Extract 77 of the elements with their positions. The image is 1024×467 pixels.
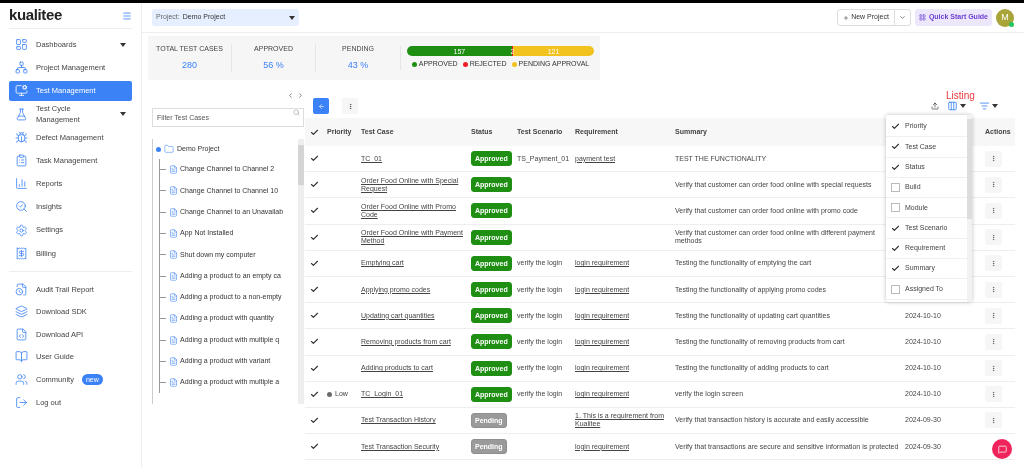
layers-icon	[15, 305, 28, 319]
checkbox[interactable]	[891, 243, 900, 253]
checkbox[interactable]	[891, 162, 900, 172]
more-button[interactable]	[342, 98, 358, 114]
book-icon	[15, 350, 28, 364]
chat-icon	[997, 444, 1007, 454]
plus-icon	[843, 14, 850, 21]
document-icon	[169, 292, 178, 302]
checkbox[interactable]	[310, 206, 319, 216]
previous-icon[interactable]	[287, 92, 294, 99]
checkbox[interactable]	[310, 415, 319, 425]
document-icon	[169, 186, 178, 196]
document-icon	[169, 229, 178, 239]
stat-value: 280	[182, 58, 197, 72]
network-icon	[15, 61, 28, 75]
filter-icon[interactable]	[979, 101, 990, 111]
dashboard-icon	[15, 38, 28, 52]
columns-icon[interactable]	[947, 101, 958, 111]
document-icon	[169, 250, 178, 260]
caret-icon	[992, 104, 998, 108]
checkbox[interactable]	[310, 363, 319, 373]
collapse-icon[interactable]	[122, 10, 132, 21]
checkbox[interactable]	[310, 389, 319, 399]
caret-icon	[289, 15, 295, 20]
checkbox[interactable]	[310, 258, 319, 268]
export-icon[interactable]	[931, 102, 939, 110]
caret-icon	[120, 42, 126, 47]
document-icon	[169, 271, 178, 281]
checkbox[interactable]	[310, 337, 319, 347]
checkbox[interactable]	[310, 285, 319, 295]
checkbox[interactable]	[891, 142, 900, 152]
checkbox[interactable]	[891, 183, 900, 193]
caret-icon	[120, 112, 126, 117]
grid-icon	[918, 14, 926, 21]
document-icon	[169, 378, 178, 388]
settings-icon	[15, 223, 28, 237]
document-icon	[169, 335, 178, 345]
monitor-icon	[15, 84, 28, 98]
checkbox[interactable]	[891, 264, 900, 274]
next-icon[interactable]	[297, 92, 304, 99]
checkbox[interactable]	[891, 203, 900, 213]
scrollbar[interactable]	[967, 115, 972, 302]
search-icon	[293, 109, 300, 116]
document-icon	[169, 314, 178, 324]
chat-button[interactable]	[992, 439, 1012, 459]
arrow-left-icon	[317, 102, 325, 110]
checkbox[interactable]	[310, 180, 319, 190]
back-button[interactable]	[313, 98, 329, 114]
logo: kualitee	[9, 5, 62, 26]
document-icon	[169, 207, 178, 217]
stat-value: 43 %	[347, 58, 369, 72]
document-icon	[169, 165, 178, 175]
checkbox[interactable]	[310, 442, 319, 452]
receipt-icon	[15, 246, 28, 260]
folder-icon	[164, 144, 174, 154]
chevron-icon	[898, 14, 906, 21]
checkbox[interactable]	[310, 232, 319, 242]
checkbox[interactable]	[310, 311, 319, 321]
caret-icon	[960, 104, 966, 108]
code-file-icon	[15, 327, 28, 341]
checkbox[interactable]	[310, 127, 319, 137]
chart-icon	[15, 177, 28, 191]
clipboard-icon	[15, 154, 28, 168]
stat-value: 56 %	[263, 58, 284, 72]
bug-icon	[15, 130, 28, 144]
checkbox[interactable]	[891, 284, 900, 294]
listing-annotation: Listing	[946, 89, 975, 103]
logout-icon	[15, 395, 28, 409]
magnifier-icon	[15, 200, 28, 214]
document-icon	[169, 356, 178, 366]
scrollbar[interactable]	[298, 139, 304, 404]
checkbox[interactable]	[310, 154, 319, 164]
checkbox[interactable]	[891, 122, 900, 132]
checkbox[interactable]	[891, 223, 900, 233]
file-clock-icon	[15, 282, 28, 296]
flask-icon	[15, 107, 28, 121]
users-icon	[15, 373, 28, 387]
